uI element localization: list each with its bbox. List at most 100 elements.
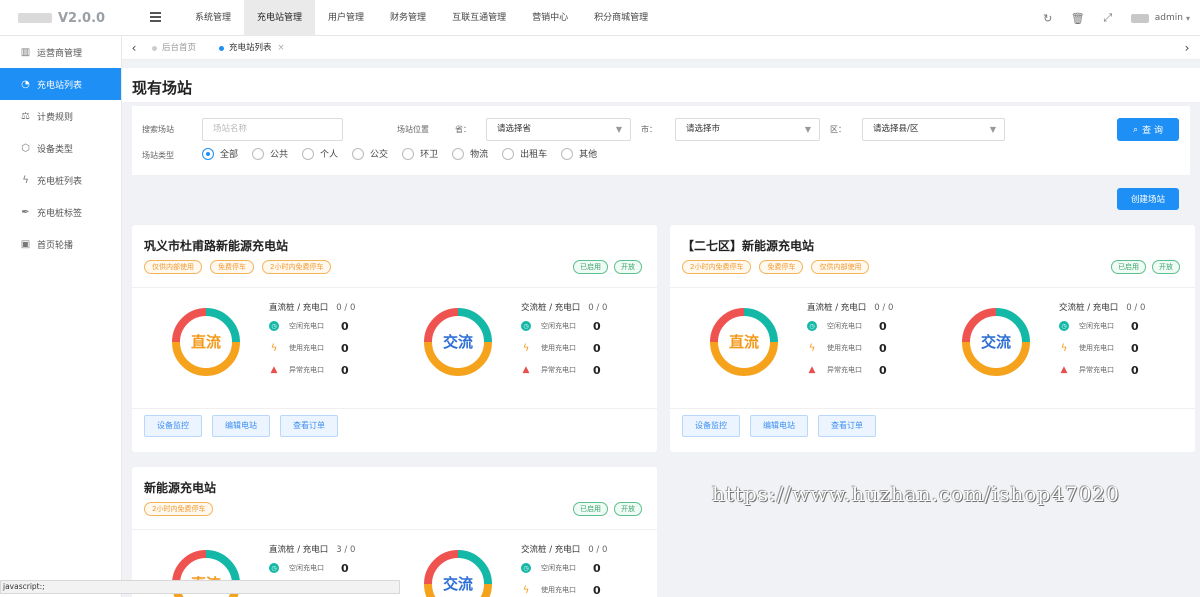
sidebar-item-device-type[interactable]: ⬡ 设备类型 <box>0 132 121 164</box>
nav-station[interactable]: 充电站管理 <box>244 0 316 36</box>
district-select[interactable]: 请选择县/区 ▼ <box>862 118 1005 141</box>
tab-home[interactable]: 后台首页 <box>152 36 196 60</box>
tab-label: 充电站列表 <box>229 43 272 53</box>
divider <box>670 287 1195 288</box>
sidebar-item-pile-list[interactable]: ϟ 充电桩列表 <box>0 164 121 196</box>
stat-value: 0 <box>879 319 887 333</box>
device-monitor-button[interactable]: 设备监控 <box>144 415 202 437</box>
ac-label: 交流 <box>442 575 473 593</box>
station-card: 巩义市杜甫路新能源充电站 仅供内部使用 免费停车 2小时内免费停车 已启用 开放… <box>132 225 657 452</box>
sidebar-item-station-list[interactable]: ◔ 充电站列表 <box>0 68 121 100</box>
radio-label: 全部 <box>220 150 239 160</box>
ac-label: 交流 <box>442 333 473 351</box>
ac-ratio: 0 / 0 <box>588 303 608 313</box>
top-actions: ↻ 🗑 ⤢ admin ▾ <box>1033 0 1190 36</box>
device-monitor-button[interactable]: 设备监控 <box>682 415 740 437</box>
stat-value: 0 <box>341 561 349 575</box>
stat-label: 使用充电口 <box>1079 344 1114 352</box>
tabs-scroll-left-icon[interactable]: ‹ <box>124 36 144 60</box>
watermark: https://www.huzhan.com/ishop47020 <box>712 482 1120 506</box>
radio-type-bus[interactable]: 公交 <box>352 147 388 160</box>
ac-stats: 交流桩 / 充电口 0 / 0 ◷ 空闲充电口 0 ϟ 使用充电口 0 <box>521 543 641 597</box>
stat-label: 空闲充电口 <box>1079 322 1114 330</box>
nav-finance[interactable]: 财务管理 <box>377 0 439 36</box>
edit-station-button[interactable]: 编辑电站 <box>750 415 808 437</box>
province-value: 请选择省 <box>497 124 532 134</box>
create-station-button[interactable]: 创建场站 <box>1117 188 1179 210</box>
search-input[interactable]: 场站名称 <box>202 118 343 141</box>
warning-icon: ▲ <box>808 365 816 375</box>
version-label: V2.0.0 <box>58 10 106 26</box>
radio-circle <box>302 147 315 160</box>
browser-status-bar: javascript:; <box>0 580 400 594</box>
station-name: 【二七区】新能源充电站 <box>682 239 815 253</box>
chevron-down-icon: ▼ <box>804 125 811 134</box>
radio-label: 物流 <box>470 150 489 160</box>
chevron-down-icon[interactable]: ▾ <box>1186 14 1190 23</box>
avatar[interactable] <box>1130 13 1149 23</box>
tab-station-list[interactable]: 充电站列表 × <box>219 36 285 60</box>
radio-type-personal[interactable]: 个人 <box>302 147 338 160</box>
card-actions: 设备监控 编辑电站 查看订单 <box>682 415 886 437</box>
dc-ratio: 0 / 0 <box>874 303 894 313</box>
stat-label: 空闲充电口 <box>541 322 576 330</box>
view-orders-button[interactable]: 查看订单 <box>280 415 338 437</box>
view-orders-button[interactable]: 查看订单 <box>818 415 876 437</box>
nav-points-mall[interactable]: 积分商城管理 <box>581 0 661 36</box>
trash-icon[interactable]: 🗑 <box>1063 12 1093 25</box>
menu-toggle-icon[interactable] <box>150 12 161 23</box>
stat-value: 0 <box>341 319 349 333</box>
sidebar-item-operator[interactable]: ▥ 运营商管理 <box>0 36 121 68</box>
radio-label: 公交 <box>370 150 389 160</box>
top-bar: V2.0.0 系统管理 充电站管理 用户管理 财务管理 互联互通管理 营销中心 … <box>0 0 1200 36</box>
ac-ratio: 0 / 0 <box>588 545 608 555</box>
radio-type-all[interactable]: 全部 <box>202 147 238 160</box>
nav-marketing[interactable]: 营销中心 <box>519 0 581 36</box>
clock-icon: ◷ <box>269 563 279 573</box>
username[interactable]: admin <box>1155 13 1183 23</box>
radio-type-public[interactable]: 公共 <box>252 147 288 160</box>
station-card: 【二七区】新能源充电站 2小时内免费停车 免费停车 仅供内部使用 已启用 开放 … <box>670 225 1195 452</box>
station-tag: 仅供内部使用 <box>811 260 870 274</box>
fullscreen-icon[interactable]: ⤢ <box>1093 11 1123 25</box>
radio-circle <box>561 147 574 160</box>
divider <box>670 408 1195 409</box>
tag-icon: ✒ <box>21 206 30 218</box>
stat-value: 0 <box>593 363 601 377</box>
province-label: 省： <box>455 125 471 134</box>
sidebar-item-billing[interactable]: ⚖ 计费规则 <box>0 100 121 132</box>
nav-user[interactable]: 用户管理 <box>315 0 377 36</box>
status-badge: 开放 <box>614 502 642 516</box>
hexagon-icon: ⬡ <box>21 142 30 154</box>
radio-type-logistics[interactable]: 物流 <box>452 147 488 160</box>
province-select[interactable]: 请选择省 ▼ <box>486 118 631 141</box>
query-button[interactable]: ⌕ 查 询 <box>1117 118 1179 141</box>
nav-system[interactable]: 系统管理 <box>182 0 244 36</box>
logo-image <box>18 13 52 23</box>
radio-type-other[interactable]: 其他 <box>561 147 597 160</box>
tabs-scroll-right-icon[interactable]: › <box>1180 36 1194 60</box>
clock-icon: ◷ <box>1059 321 1069 331</box>
ac-donut: 交流 <box>421 547 495 597</box>
tabs-bar: ‹ 后台首页 充电站列表 × › <box>122 36 1200 60</box>
nav-interconnect[interactable]: 互联互通管理 <box>439 0 519 36</box>
station-name: 新能源充电站 <box>144 481 217 495</box>
stat-label: 使用充电口 <box>541 586 576 594</box>
sidebar-item-pile-tag[interactable]: ✒ 充电桩标签 <box>0 196 121 228</box>
tab-label: 后台首页 <box>162 43 197 53</box>
radio-type-taxi[interactable]: 出租车 <box>502 147 547 160</box>
stat-value: 0 <box>593 319 601 333</box>
stat-value: 0 <box>1131 363 1139 377</box>
edit-station-button[interactable]: 编辑电站 <box>212 415 270 437</box>
ac-header: 交流桩 / 充电口 <box>1059 303 1119 313</box>
city-select[interactable]: 请选择市 ▼ <box>675 118 820 141</box>
refresh-icon[interactable]: ↻ <box>1033 12 1063 25</box>
status-tags: 已启用 开放 <box>567 260 642 274</box>
stat-value: 0 <box>593 583 601 597</box>
sidebar-item-banner[interactable]: ▣ 首页轮播 <box>0 228 121 260</box>
dc-header: 直流桩 / 充电口 <box>269 303 329 313</box>
stat-label: 使用充电口 <box>827 344 862 352</box>
close-icon[interactable]: × <box>278 36 285 60</box>
radio-type-sanitation[interactable]: 环卫 <box>402 147 438 160</box>
stat-label: 异常充电口 <box>541 366 576 374</box>
